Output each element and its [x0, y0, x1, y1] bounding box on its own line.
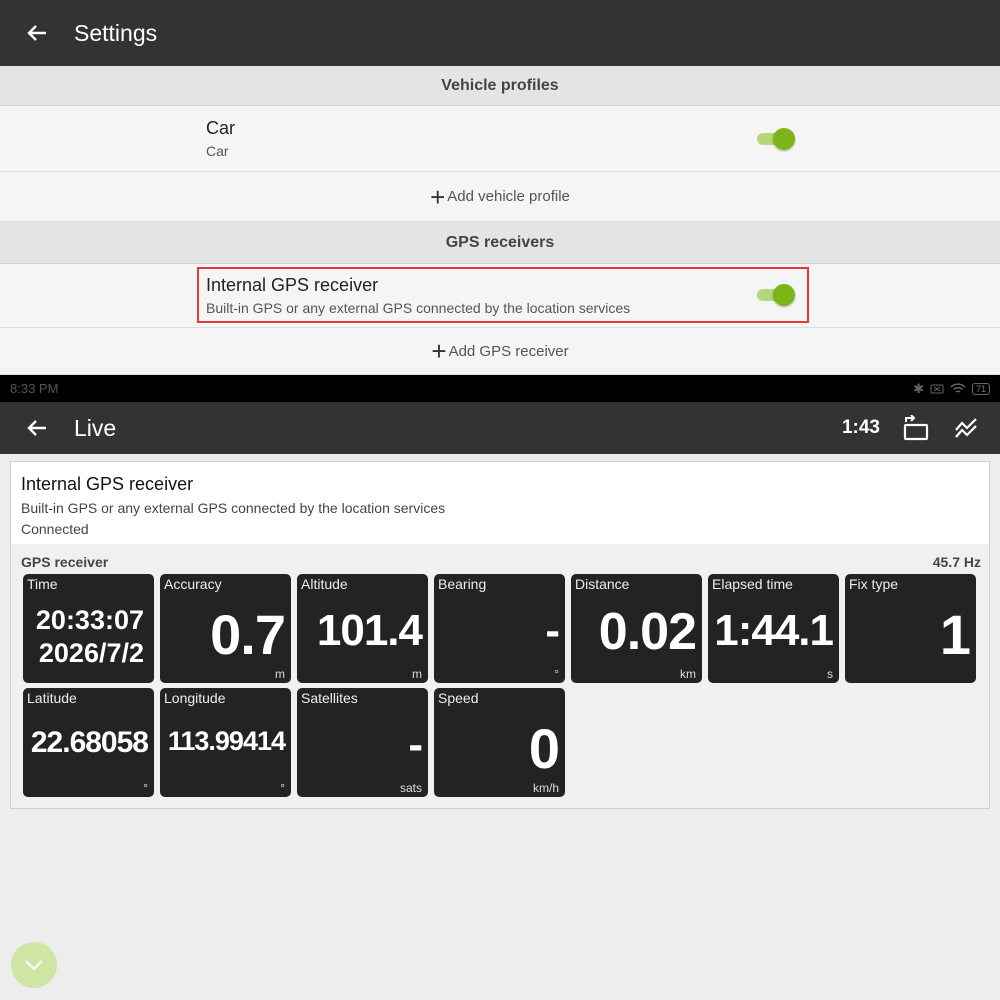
group-label: GPS receiver — [21, 554, 109, 570]
add-vehicle-profile-button[interactable]: + Add vehicle profile — [0, 172, 1000, 222]
tile-unit: m — [412, 667, 422, 681]
highlight-box — [197, 267, 809, 323]
tile-speed: Speed 0 km/h — [434, 688, 565, 797]
tile-label: Accuracy — [164, 576, 222, 592]
live-app-bar: Live 1:43 — [0, 402, 1000, 454]
add-vehicle-profile-label: Add vehicle profile — [447, 188, 570, 205]
tile-value: 1 — [939, 603, 971, 666]
back-button[interactable] — [0, 402, 74, 454]
gps-receiver-card: Internal GPS receiver Built-in GPS or an… — [10, 461, 990, 809]
plus-icon: + — [431, 336, 447, 366]
add-gps-receiver-label: Add GPS receiver — [448, 342, 569, 360]
settings-app-bar: Settings — [0, 0, 1000, 66]
page-title: Settings — [74, 19, 158, 46]
tile-time: Time 20:33:07 2026/7/2 — [23, 574, 154, 683]
tile-longitude: Longitude 113.99414 ° — [160, 688, 291, 797]
rotate-screen-icon — [903, 415, 929, 441]
recording-timer: 1:43 — [841, 417, 880, 438]
tile-value: 113.99414 — [167, 726, 286, 756]
tile-unit: km — [680, 667, 696, 681]
tile-value: 0 — [528, 717, 560, 780]
tile-label: Satellites — [301, 690, 358, 706]
tile-elapsed-time: Elapsed time 1:44.1 s — [708, 574, 839, 683]
tile-label: Altitude — [301, 576, 348, 592]
tile-time-clock: 20:33:07 — [35, 605, 144, 635]
vehicle-profile-toggle[interactable] — [757, 128, 795, 150]
tile-accuracy: Accuracy 0.7 m — [160, 574, 291, 683]
tile-fix-type: Fix type 1 — [845, 574, 976, 683]
tile-time-date: 2026/7/2 — [38, 638, 144, 668]
tile-unit: sats — [399, 781, 422, 795]
tile-unit: m — [275, 667, 285, 681]
update-rate: 45.7 Hz — [932, 554, 981, 570]
tile-label: Time — [27, 576, 58, 592]
group-header: GPS receiver 45.7 Hz — [21, 554, 981, 570]
receiver-status: Connected — [21, 521, 89, 537]
tile-value: 0.7 — [210, 603, 286, 666]
back-arrow-icon — [27, 420, 46, 436]
tile-value: 101.4 — [316, 606, 423, 655]
bluetooth-icon: ✱ — [913, 380, 924, 396]
plus-icon: + — [430, 181, 446, 212]
section-header-vehicle-profiles: Vehicle profiles — [0, 66, 1000, 106]
tile-value: - — [545, 606, 560, 655]
chart-icon — [955, 418, 977, 438]
receiver-name: Internal GPS receiver — [21, 474, 194, 494]
status-time: 8:33 PM — [10, 381, 59, 396]
chart-button[interactable] — [952, 414, 980, 442]
tile-value: - — [408, 720, 423, 769]
tile-label: Speed — [438, 690, 479, 706]
wifi-icon — [950, 382, 966, 393]
rotate-screen-button[interactable] — [902, 414, 930, 442]
battery-icon: 71 — [971, 382, 990, 395]
vehicle-profile-car[interactable]: Car Car — [0, 106, 1000, 172]
tile-bearing: Bearing - ° — [434, 574, 565, 683]
tile-label: Fix type — [849, 576, 899, 592]
tile-altitude: Altitude 101.4 m — [297, 574, 428, 683]
tile-latitude: Latitude 22.68058 ° — [23, 688, 154, 797]
expand-button[interactable] — [11, 942, 57, 988]
tile-label: Elapsed time — [712, 576, 793, 592]
tile-label: Longitude — [164, 690, 226, 706]
back-button[interactable] — [0, 0, 74, 66]
receiver-card-header[interactable]: Internal GPS receiver Built-in GPS or an… — [11, 462, 989, 544]
tile-label: Distance — [575, 576, 630, 592]
tile-distance: Distance 0.02 km — [571, 574, 702, 683]
tile-value: 0.02 — [598, 603, 697, 661]
add-gps-receiver-button[interactable]: + Add GPS receiver — [0, 328, 1000, 375]
tile-unit: ° — [143, 781, 148, 795]
tile-value: 1:44.1 — [714, 606, 834, 655]
section-header-gps-receivers: GPS receivers — [0, 222, 1000, 264]
sim-icon — [930, 384, 944, 393]
tile-unit: ° — [280, 781, 285, 795]
tile-value: 22.68058 — [30, 726, 149, 759]
tile-label: Latitude — [27, 690, 77, 706]
status-bar: 8:33 PM ✱ 71 — [0, 375, 1000, 402]
tile-satellites: Satellites - sats — [297, 688, 428, 797]
tile-unit: s — [827, 667, 833, 681]
toggle-thumb — [773, 128, 795, 150]
tile-label: Bearing — [438, 576, 487, 592]
receiver-description: Built-in GPS or any external GPS connect… — [21, 500, 446, 516]
chevron-down-icon — [25, 960, 43, 971]
back-arrow-icon — [27, 25, 46, 41]
page-title: Live — [74, 414, 117, 441]
tile-unit: km/h — [532, 781, 559, 795]
vehicle-profile-subtitle: Car — [206, 143, 229, 159]
tile-unit: ° — [554, 667, 559, 681]
vehicle-profile-name: Car — [206, 118, 236, 138]
